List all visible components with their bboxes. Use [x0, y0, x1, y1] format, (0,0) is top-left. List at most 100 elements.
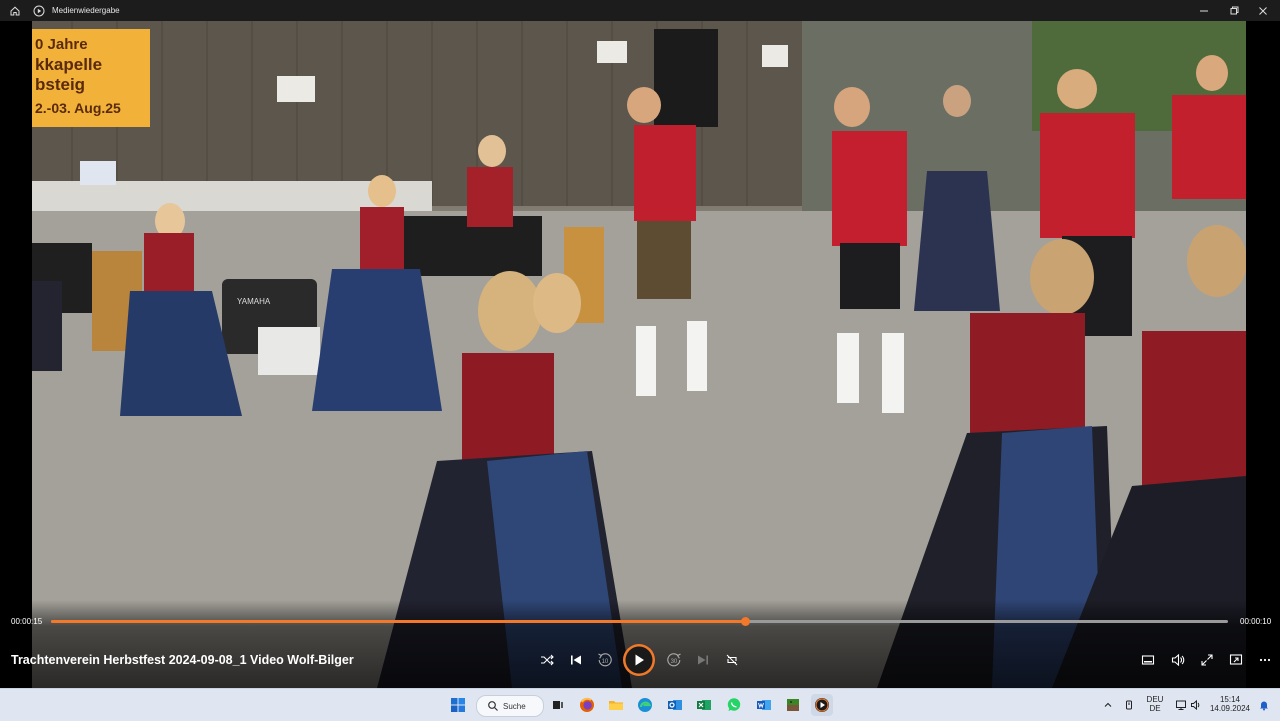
seek-thumb[interactable] [741, 617, 751, 626]
dancer-bodice [360, 207, 404, 271]
miniplayer-button[interactable] [1136, 648, 1160, 672]
minecraft-icon [787, 699, 799, 711]
previous-icon [571, 655, 581, 665]
home-icon[interactable] [0, 0, 30, 21]
dancer-vest [1040, 113, 1135, 238]
clock-date: 14.09.2024 [1209, 704, 1251, 713]
dancer-bodice [467, 167, 513, 227]
dancer-head [943, 85, 971, 117]
dancer-skirt [312, 269, 442, 411]
whatsapp-icon [727, 698, 741, 711]
more-icon [1259, 658, 1271, 662]
dancer-head [478, 271, 542, 351]
fullscreen-button[interactable] [1195, 648, 1219, 672]
cast-icon [1229, 654, 1243, 665]
banner-line-2: kkapelle [35, 55, 102, 74]
language-top: DEU [1146, 695, 1164, 704]
video-frame[interactable]: 0 Jahre kkapelle bsteig 2.-03. Aug.25 YA… [32, 21, 1246, 688]
volume-button[interactable] [1166, 648, 1190, 672]
dancer-head [1030, 239, 1094, 315]
dancer-lederhosen [637, 221, 691, 299]
player-controls: 00:00:15 00:00:10 Trachtenverein Herbstf… [0, 600, 1280, 688]
search-box[interactable]: Suche [476, 695, 544, 717]
tray-overflow-button[interactable] [1097, 694, 1119, 716]
banner-line-1: 0 Jahre [35, 36, 88, 53]
language-bottom: DE [1149, 704, 1161, 713]
taskbar-word[interactable] [753, 694, 775, 716]
word-icon [757, 700, 771, 710]
dancer-sock [882, 333, 904, 413]
dancer-head [1196, 55, 1228, 91]
chevron-up-icon [1104, 702, 1112, 707]
fullscreen-icon [1201, 654, 1213, 666]
dancer-bodice [462, 353, 554, 463]
dancer-head [834, 87, 870, 127]
dancer-vest [832, 131, 907, 246]
volume-tray-button[interactable] [1185, 694, 1207, 716]
close-button[interactable] [1246, 0, 1280, 21]
excel-icon [697, 700, 711, 710]
taskbar-whatsapp[interactable] [723, 694, 745, 716]
wall-sign [597, 41, 627, 63]
dancer-vest [634, 125, 696, 221]
task-view-icon [553, 701, 563, 709]
cast-button[interactable] [1224, 648, 1248, 672]
taskbar-excel[interactable] [693, 694, 715, 716]
minimize-button[interactable] [1187, 0, 1221, 21]
time-remaining: 00:00:10 [1240, 617, 1272, 626]
clock[interactable]: 15:14 14.09.2024 [1208, 695, 1252, 713]
tray-device-button[interactable] [1118, 694, 1140, 716]
taskbar-explorer[interactable] [605, 694, 627, 716]
edge-icon [638, 698, 652, 712]
windows-start-icon [451, 698, 465, 712]
banner-line-4: 2.-03. Aug.25 [35, 100, 121, 116]
equipment-case [258, 327, 320, 375]
notification-button[interactable] [1253, 694, 1275, 716]
speaker-icon [1191, 699, 1200, 711]
start-button[interactable] [447, 694, 469, 716]
dancer-head [627, 87, 661, 123]
task-view-button[interactable] [547, 694, 569, 716]
next-icon [698, 655, 708, 665]
firefox-icon [580, 697, 594, 712]
dancer-sock [636, 326, 656, 396]
dancer-head [368, 175, 396, 207]
volume-icon [1171, 653, 1185, 667]
rewind-10-icon: 10 [598, 653, 612, 667]
shuffle-button[interactable] [535, 648, 559, 672]
dancer-bodice [144, 233, 194, 293]
seek-bar[interactable] [51, 617, 1228, 626]
search-label: Suche [503, 701, 526, 711]
play-button[interactable] [623, 644, 655, 676]
repeat-off-icon [726, 654, 738, 666]
dancer-head [478, 135, 506, 167]
time-elapsed: 00:00:15 [11, 617, 43, 626]
seek-progress [51, 620, 746, 623]
bell-icon [1260, 701, 1268, 711]
repeat-button[interactable] [720, 648, 744, 672]
dancer-sock [687, 321, 707, 391]
taskbar-edge[interactable] [634, 694, 656, 716]
previous-button[interactable] [564, 648, 588, 672]
dancer-bodice [1142, 331, 1246, 491]
forward-30-button[interactable]: 30 [662, 648, 686, 672]
taskbar-minecraft[interactable] [782, 694, 804, 716]
video-scene: 0 Jahre kkapelle bsteig 2.-03. Aug.25 YA… [32, 21, 1246, 688]
taskbar-firefox[interactable] [576, 694, 598, 716]
play-icon [635, 654, 644, 666]
wall-sign [277, 76, 315, 102]
video-title: Trachtenverein Herbstfest 2024-09-08_1 V… [11, 653, 354, 667]
search-icon [488, 701, 498, 711]
taskbar-media-player[interactable] [811, 694, 833, 716]
forward-30-icon: 30 [667, 653, 681, 667]
rewind-10-button[interactable]: 10 [593, 648, 617, 672]
next-button[interactable] [691, 648, 715, 672]
drum-label: YAMAHA [237, 297, 271, 306]
wall-sign [762, 45, 788, 67]
more-button[interactable] [1253, 648, 1277, 672]
wall-sign [80, 161, 116, 185]
title-bar: Medienwiedergabe [0, 0, 1280, 21]
taskbar-outlook[interactable] [664, 694, 686, 716]
dancer-vest [1172, 95, 1246, 199]
language-indicator[interactable]: DEU DE [1143, 695, 1167, 713]
